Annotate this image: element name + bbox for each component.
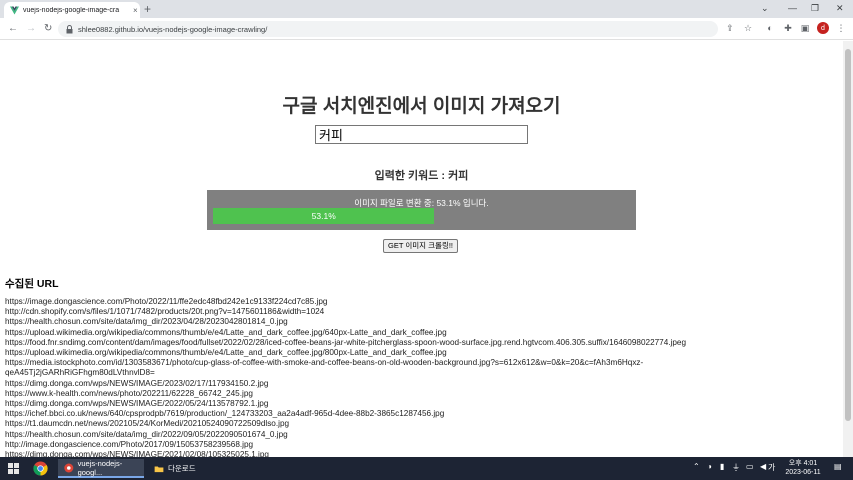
address-bar[interactable]: shlee0882.github.io/vuejs-nodejs-google-…	[58, 21, 718, 37]
notification-icon[interactable]: ▤	[834, 462, 842, 471]
url-list-item: https://image.dongascience.com/Photo/202…	[5, 297, 328, 306]
extension-icon[interactable]: ◐	[765, 23, 775, 33]
taskbar-browser-item[interactable]: vuejs-nodejs-googl...	[58, 459, 144, 478]
url-list-item: http://image.dongascience.com/Photo/2017…	[5, 439, 254, 449]
folder-icon	[154, 466, 164, 472]
url-list-item: https://media.istockphoto.com/id/1303583…	[5, 358, 644, 368]
url-list-item: https://upload.wikimedia.org/wikipedia/c…	[5, 348, 447, 358]
sidepanel-icon[interactable]: ▣	[800, 23, 810, 33]
keyword-value: 커피	[448, 170, 469, 182]
taskbar: vuejs-nodejs-googl... 다운로드 ⌃ ◑ ▮ ⏚ ▭ ◀ 가…	[0, 457, 853, 480]
keyword-label: 입력한 키워드 :	[374, 170, 449, 182]
page-scrollbar[interactable]	[843, 41, 853, 457]
web-page: 구글 서치엔진에서 이미지 가져오기 입력한 키워드 : 커피 이미지 파일로 …	[0, 41, 843, 457]
url-list-item: https://health.chosun.com/site/data/img_…	[5, 429, 288, 439]
url-text: shlee0882.github.io/vuejs-nodejs-google-…	[78, 24, 268, 34]
url-list-item: https://www.k-health.com/news/photo/2022…	[5, 388, 253, 398]
screen: vuejs-nodejs-google-image-cra × + ⌄ — ❐ …	[0, 0, 853, 480]
scrollbar-thumb[interactable]	[845, 49, 851, 421]
taskbar-browser-label: vuejs-nodejs-googl...	[77, 458, 123, 477]
collected-urls-heading: 수집된 URL	[5, 278, 59, 290]
vue-logo-icon	[10, 5, 19, 15]
chrome-app-icon	[64, 463, 74, 472]
progress-label: 53.1%	[311, 211, 336, 221]
clock-time: 오후 4:01	[788, 460, 818, 467]
tray-chevron-icon[interactable]: ⌃	[693, 462, 700, 471]
url-list-item: https://t1.daumcdn.net/news/202105/24/Ko…	[5, 419, 290, 429]
page-title: 구글 서치엔진에서 이미지 가져오기	[282, 96, 561, 117]
usb-icon[interactable]: ⏚	[732, 462, 740, 473]
system-clock[interactable]: 오후 4:01 2023-06-11	[778, 459, 828, 477]
progress-fill: 53.1%	[213, 208, 435, 224]
browser-toolbar: ← → ↻ shlee0882.github.io/vuejs-nodejs-g…	[0, 18, 853, 40]
menu-kebab-icon[interactable]: ⋮	[836, 23, 846, 33]
url-list-item: https://food.fnr.sndimg.com/content/dam/…	[5, 337, 687, 347]
reload-icon[interactable]: ↻	[44, 22, 52, 36]
ime-indicator[interactable]: 가	[768, 462, 775, 473]
chrome-taskbar-icon[interactable]	[33, 461, 48, 476]
lock-icon	[66, 24, 74, 34]
url-list-item: https://health.chosun.com/site/data/img_…	[5, 317, 288, 327]
new-tab-button[interactable]: +	[144, 2, 151, 16]
profile-avatar[interactable]: d	[817, 22, 829, 34]
forward-arrow-icon[interactable]: →	[26, 22, 36, 36]
close-window-button[interactable]: ✕	[836, 2, 844, 14]
share-icon[interactable]: ⇪	[725, 23, 735, 33]
volume-icon[interactable]: ◀	[760, 462, 766, 471]
windows-start-icon[interactable]	[8, 463, 19, 474]
taskbar-folder-item[interactable]: 다운로드	[148, 459, 208, 478]
bookmark-star-icon[interactable]: ☆	[743, 23, 753, 33]
clock-date: 2023-06-11	[785, 469, 821, 476]
url-list: https://image.dongascience.com/Photo/202…	[5, 297, 841, 457]
url-list-item: https://dimg.donga.com/wps/NEWS/IMAGE/20…	[5, 378, 269, 388]
url-list-item: https://dimg.donga.com/wps/NEWS/IMAGE/20…	[5, 450, 269, 457]
battery-icon[interactable]: ▭	[746, 462, 754, 471]
keyword-input[interactable]	[315, 125, 528, 144]
url-list-item: https://upload.wikimedia.org/wikipedia/c…	[5, 327, 447, 337]
tab-search-icon[interactable]: ⌄	[761, 2, 769, 14]
tray-app-icon[interactable]: ◑	[707, 462, 712, 471]
microphone-icon[interactable]: ▮	[720, 462, 724, 471]
tab-close-icon[interactable]: ×	[133, 6, 138, 15]
tab-title: vuejs-nodejs-google-image-cra	[23, 6, 120, 14]
browser-tab[interactable]: vuejs-nodejs-google-image-cra ×	[4, 2, 140, 18]
browser-tab-strip: vuejs-nodejs-google-image-cra × + ⌄ — ❐ …	[0, 0, 853, 18]
url-list-item: qeA45Tj2jGARhRiGFhgm80dLVthnvlD8=	[5, 368, 155, 378]
url-list-item: http://cdn.shopify.com/s/files/1/1071/74…	[5, 307, 325, 317]
taskbar-folder-label: 다운로드	[168, 464, 196, 473]
progress-bar: 53.1%	[213, 208, 630, 224]
puzzle-icon[interactable]: ✚	[783, 23, 793, 33]
back-arrow-icon[interactable]: ←	[8, 22, 18, 36]
url-list-item: https://ichef.bbci.co.uk/news/640/cpspro…	[5, 409, 445, 419]
minimize-button[interactable]: —	[788, 2, 797, 14]
get-image-crawling-button[interactable]: GET 이미지 크롤링!!	[383, 239, 459, 253]
keyword-display: 입력한 키워드 : 커피	[0, 167, 843, 183]
url-list-item: https://dimg.donga.com/wps/NEWS/IMAGE/20…	[5, 399, 269, 409]
maximize-button[interactable]: ❐	[811, 2, 819, 14]
progress-panel: 이미지 파일로 변환 중: 53.1% 입니다. 53.1%	[207, 190, 636, 230]
